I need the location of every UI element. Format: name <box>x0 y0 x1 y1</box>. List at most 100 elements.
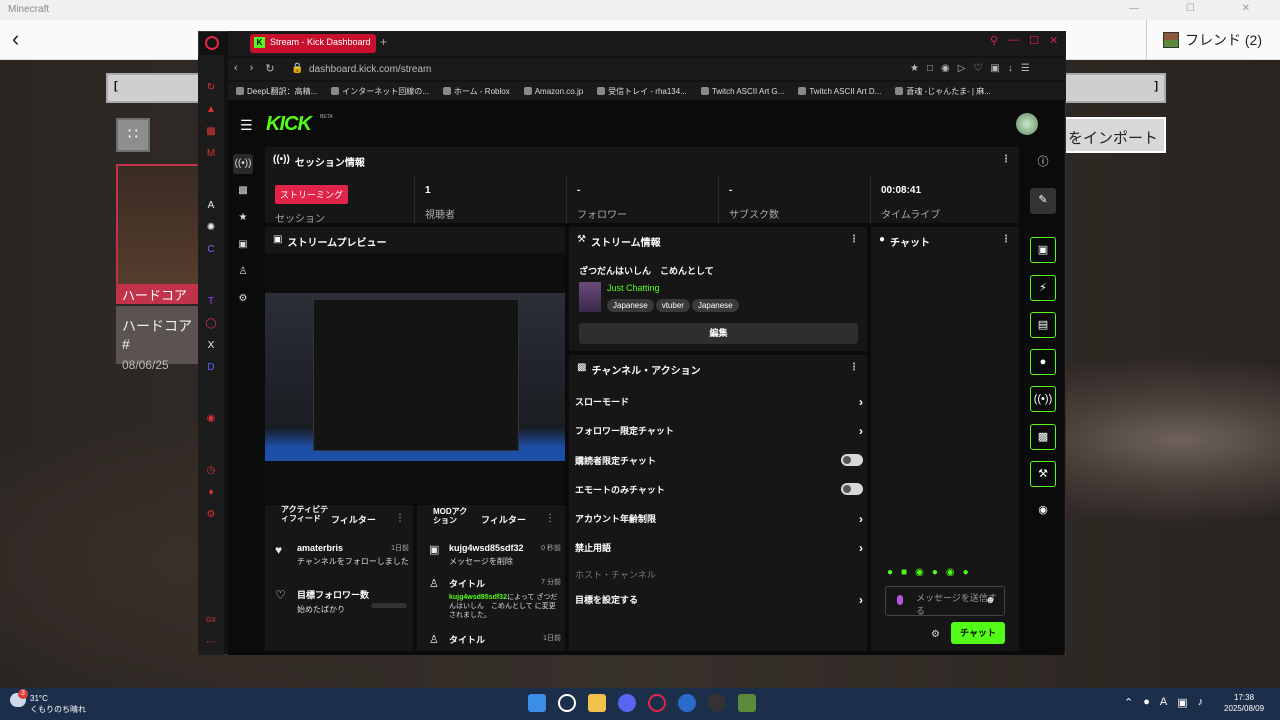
stream-info-menu-icon[interactable]: ⋮ <box>849 234 859 246</box>
mod-menu-icon[interactable]: ⋮ <box>545 513 555 524</box>
heart-icon: ♥ <box>275 543 283 557</box>
back-icon[interactable]: ‹ <box>12 28 19 50</box>
mod-item[interactable]: ♙ タイトル kujg4wsd85sdf32によって ざつだんはいしん こめんとして… <box>425 577 561 620</box>
history-icon[interactable]: ↻ <box>205 82 217 94</box>
chat-widget-icon[interactable]: ● <box>1030 349 1056 375</box>
clock-icon[interactable]: ◷ <box>205 465 217 477</box>
gx-control-icon[interactable]: ▩ <box>205 126 217 138</box>
stream-nav-icon[interactable]: ((•)) <box>233 154 253 174</box>
start-icon <box>528 694 546 712</box>
emoji-icon[interactable]: ☻ <box>985 595 996 606</box>
tab-kick-dashboard[interactable]: K Stream - Kick Dashboard <box>250 34 376 53</box>
hamburger-icon[interactable]: ☰ <box>240 117 253 134</box>
mail-icon[interactable]: M <box>205 148 217 160</box>
world-thumbnail[interactable] <box>116 164 200 304</box>
play-icon: ▷ <box>957 63 966 74</box>
category-label[interactable]: Just Chatting <box>607 283 660 293</box>
clock[interactable]: 17:38 2025/08/09 <box>1224 692 1264 714</box>
world-info[interactable]: ハードコア# 08/06/25 <box>116 306 200 372</box>
settings-nav-icon[interactable]: ⚙ <box>233 289 253 309</box>
activity-item[interactable]: ♥ amaterbris チャンネルをフォローしました 1日前 <box>273 543 409 567</box>
bookmark-item[interactable]: Twitch ASCII Art G... <box>700 85 784 97</box>
activity-item[interactable]: ♡ 目標フォロワー数 始めたばかり <box>273 588 409 615</box>
actions-widget-icon[interactable]: ▩ <box>1030 424 1056 450</box>
activity-menu-icon[interactable]: ⋮ <box>395 513 405 524</box>
action-account-age[interactable]: アカウント年齢制限 › <box>575 512 863 526</box>
bookmark-item[interactable]: 蒼魂 -じゃんたま- | 麻... <box>895 85 991 97</box>
broadcast-widget-icon[interactable]: ((•)) <box>1030 386 1056 412</box>
extensions-icon[interactable]: ♦ <box>205 487 217 499</box>
taskbar-apps[interactable] <box>528 694 756 712</box>
bookmark-item[interactable]: ホーム - Roblox <box>442 85 510 97</box>
instagram-icon[interactable]: ◯ <box>205 318 217 330</box>
window-controls[interactable]: — ☐ ✕ <box>1129 3 1272 14</box>
weather-widget[interactable]: 3 31°C くもりのち晴れ <box>10 689 86 715</box>
dashboard-nav-icon[interactable]: ▩ <box>233 181 253 201</box>
toolbar-icons[interactable]: ★ □ ◉ ▷ ♡ ▣ ↓ ☰ <box>910 63 1030 74</box>
chat-title: チャット <box>890 238 930 249</box>
edit-button[interactable]: 編集 <box>579 323 858 344</box>
users-nav-icon[interactable]: ♙ <box>233 262 253 282</box>
x-icon[interactable]: X <box>205 340 217 352</box>
send-chat-button[interactable]: チャット <box>951 622 1005 644</box>
music-icon[interactable]: ◉ <box>205 413 217 425</box>
chevron-right-icon: › <box>859 512 863 526</box>
bookmark-item[interactable]: Amazon.co.jp <box>523 85 583 97</box>
emote-bar[interactable]: ● ■ ◉ ● ◉ ● <box>887 567 969 578</box>
share-icon[interactable]: ◉ <box>1030 498 1056 524</box>
url-input[interactable]: dashboard.kick.com/stream <box>309 64 431 75</box>
more-icon[interactable]: ⋯ <box>205 637 217 649</box>
opera-logo-icon[interactable] <box>205 36 219 50</box>
session-menu-icon[interactable]: ⋮ <box>1001 154 1011 166</box>
chat-menu-icon[interactable]: ⋮ <box>1001 234 1011 246</box>
bookmark-item[interactable]: 受信トレイ - rha134... <box>597 85 687 97</box>
gx-corner-icon[interactable]: ▲ <box>205 104 217 116</box>
action-banned-words[interactable]: 禁止用語 › <box>575 541 863 555</box>
wrench-widget-icon[interactable]: ⚒ <box>1030 461 1056 487</box>
viewers-label: 視聴者 <box>425 210 455 221</box>
action-sub-chat[interactable]: 購読者限定チャット <box>575 454 863 467</box>
action-slow-mode[interactable]: スローモード › <box>575 395 863 409</box>
mod-filter-button[interactable]: フィルター <box>481 513 526 526</box>
mic-icon[interactable] <box>897 595 903 605</box>
stream-preview-video[interactable] <box>265 293 565 461</box>
settings-icon[interactable]: ⚙ <box>205 509 217 521</box>
bookmark-item[interactable]: インターネット回線の... <box>331 85 429 97</box>
new-tab-icon[interactable]: + <box>380 35 387 49</box>
document-icon[interactable]: ▤ <box>1030 312 1056 338</box>
import-button[interactable]: をインポート <box>1062 117 1166 153</box>
action-emote-only[interactable]: エモートのみチャット <box>575 483 863 496</box>
bookmarks-bar: DeepL翻訳：高精... インターネット回線の... ホーム - Roblox Am… <box>228 82 1066 100</box>
friends-button[interactable]: フレンド (2) <box>1146 20 1280 60</box>
lightning-icon[interactable]: ⚡ <box>1030 275 1056 301</box>
edit-icon[interactable]: ✎ <box>1030 188 1056 214</box>
twitch-icon[interactable]: T <box>205 296 217 308</box>
aria-icon[interactable]: A <box>205 200 217 212</box>
bookmark-item[interactable]: DeepL翻訳：高精... <box>236 85 317 97</box>
action-set-goal[interactable]: 目標を設定する › <box>575 593 863 607</box>
channel-actions-menu-icon[interactable]: ⋮ <box>849 362 859 374</box>
chatgpt-icon[interactable]: ✺ <box>205 222 217 234</box>
nav-buttons[interactable]: ‹ › ↻ <box>234 62 275 75</box>
network-icon: ▣ <box>1177 697 1188 709</box>
action-host-channel: ホスト・チャンネル <box>575 570 656 580</box>
cs-icon[interactable]: C <box>205 244 217 256</box>
browser-window-controls[interactable]: ⚲ — ☐ ✕ <box>990 34 1058 47</box>
bookmark-item[interactable]: Twitch ASCII Art D... <box>798 85 881 97</box>
trophy-icon[interactable]: ★ <box>233 208 253 228</box>
chevron-right-icon: › <box>859 424 863 438</box>
grid-view-icon[interactable]: ∷ <box>116 118 150 152</box>
mod-item[interactable]: ♙ タイトル 1日前 <box>425 633 561 646</box>
bookmark-favicon-icon <box>523 87 532 95</box>
kick-logo[interactable]: KICK <box>266 113 312 136</box>
discord-icon[interactable]: D <box>205 362 217 374</box>
avatar[interactable] <box>1016 113 1038 135</box>
action-follower-chat[interactable]: フォロワー限定チャット › <box>575 424 863 438</box>
preview-nav-icon[interactable]: ▣ <box>233 235 253 255</box>
activity-filter-button[interactable]: フィルター <box>331 513 376 526</box>
chat-settings-icon[interactable]: ⚙ <box>931 629 940 640</box>
info-icon[interactable]: ⓘ <box>1030 150 1056 176</box>
system-tray[interactable]: ⌃ ● A ▣ ♪ <box>1124 696 1203 709</box>
preview-widget-icon[interactable]: ▣ <box>1030 237 1056 263</box>
mod-item[interactable]: ▣ kujg4wsd85sdf32 メッセージを削除 0 秒前 <box>425 543 561 567</box>
